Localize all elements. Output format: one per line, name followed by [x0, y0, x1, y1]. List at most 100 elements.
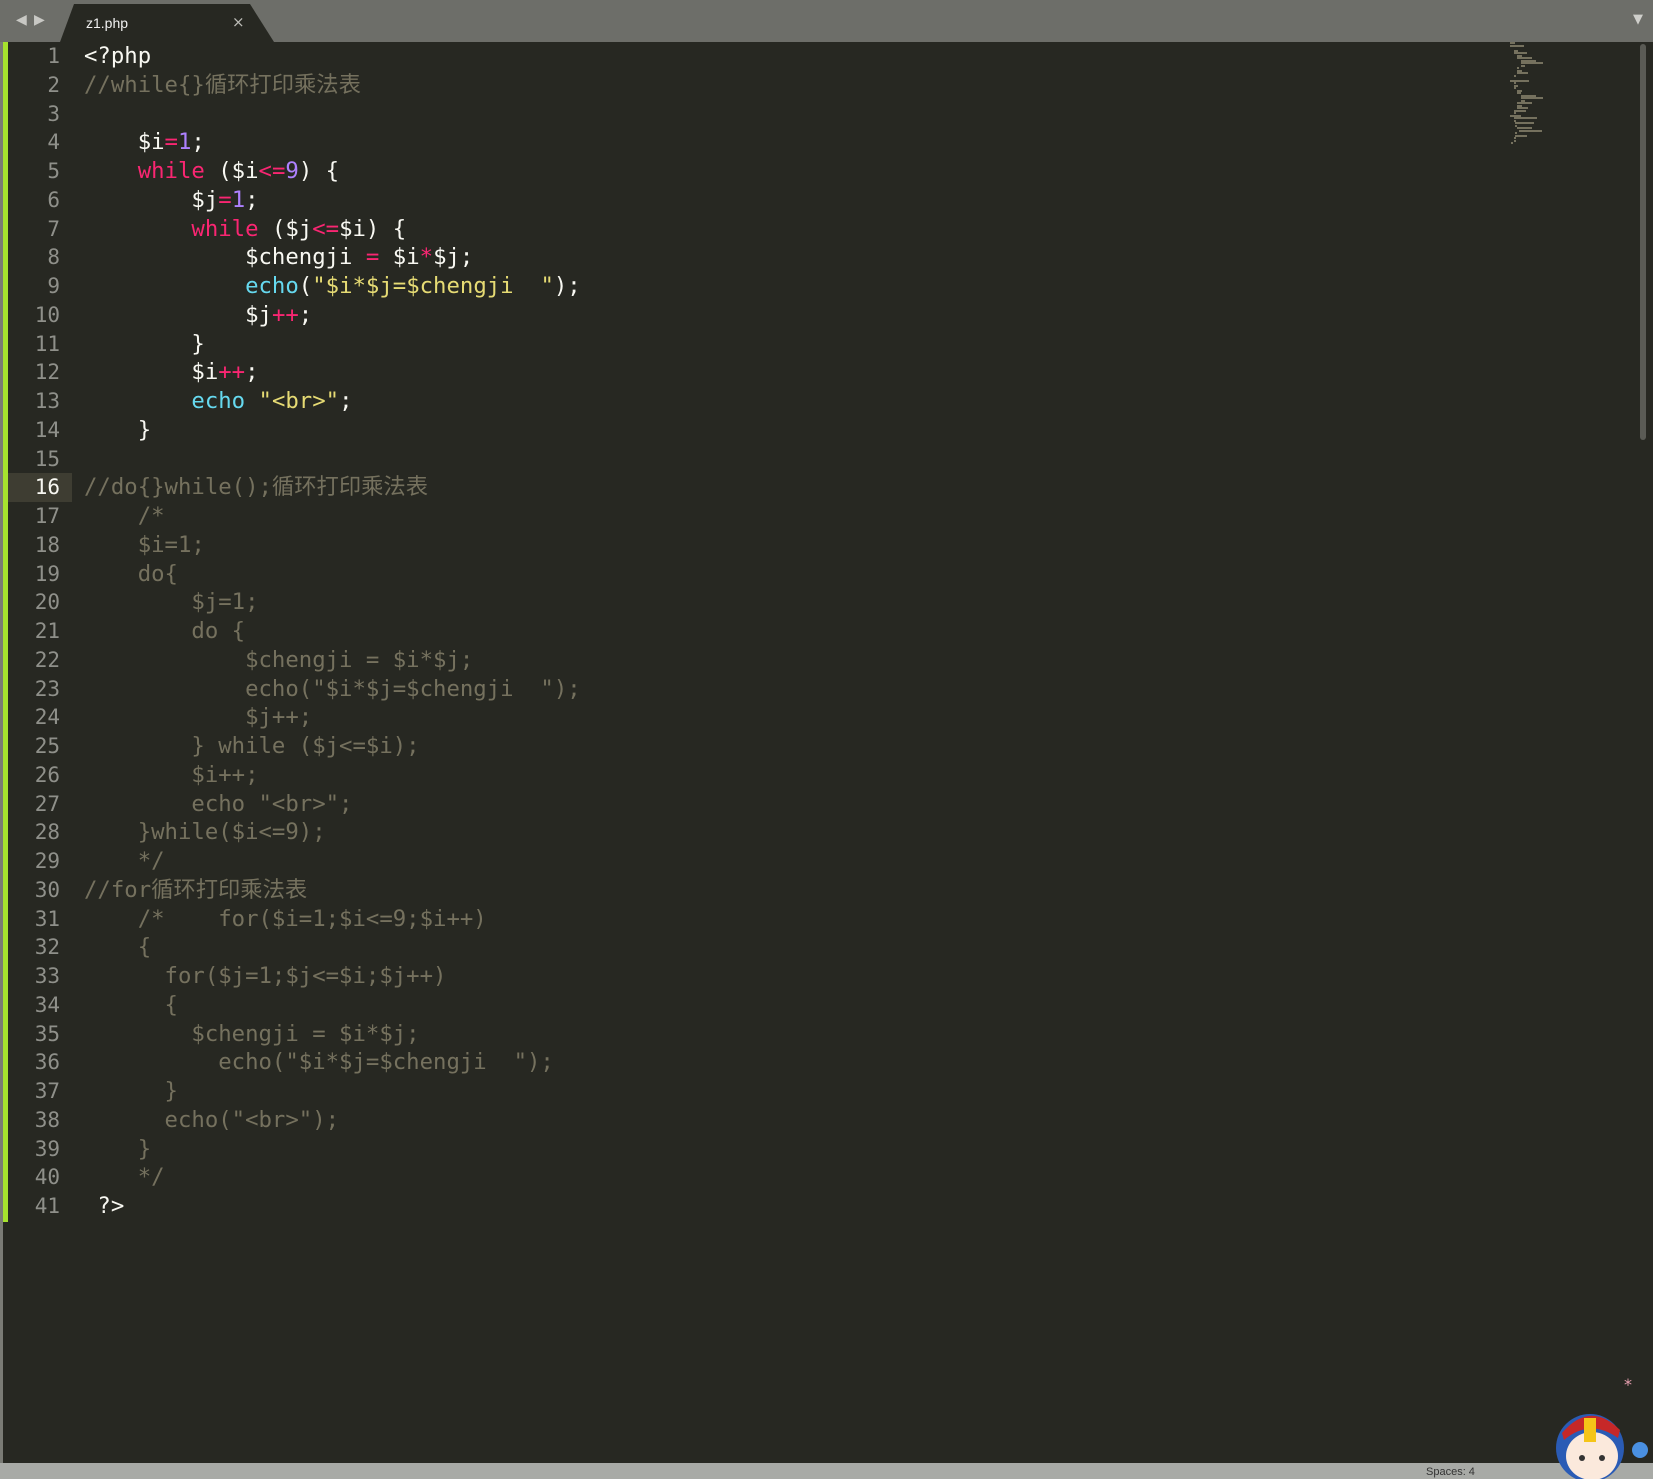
- code-token: echo: [84, 388, 246, 414]
- code-line[interactable]: */: [84, 1163, 1484, 1192]
- line-number: 25: [34, 734, 60, 758]
- minimap[interactable]: [1510, 42, 1558, 152]
- code-line[interactable]: <?php: [84, 42, 1484, 71]
- minimap-line: [1513, 74, 1516, 77]
- code-line[interactable]: {: [84, 991, 1484, 1020]
- code-token: //for循环打印乘法表: [84, 876, 308, 903]
- code-line[interactable]: echo("$i*$j=$chengji ");: [84, 675, 1484, 704]
- code-token: }: [84, 416, 152, 443]
- code-line[interactable]: do {: [84, 617, 1484, 646]
- minimap-line: [1515, 122, 1535, 124]
- code-token: ++: [218, 359, 246, 386]
- vertical-scrollbar[interactable]: [1640, 44, 1646, 440]
- code-line[interactable]: /* for($i=1;$i<=9;$i++): [84, 905, 1484, 934]
- code-token: $j++;: [84, 704, 313, 731]
- code-token: $i: [379, 244, 420, 271]
- line-number: 3: [47, 101, 60, 126]
- code-token: 1: [231, 186, 246, 213]
- code-line[interactable]: $j=1;: [84, 186, 1484, 215]
- line-number: 21: [34, 619, 60, 643]
- line-number: 38: [34, 1107, 60, 1132]
- code-token: //do{}while();循环打印乘法表: [84, 474, 429, 501]
- code-token: while: [84, 158, 205, 184]
- code-token: 1: [177, 129, 192, 156]
- code-token: ;: [245, 359, 259, 386]
- code-line[interactable]: for($j=1;$j<=$i;$j++): [84, 962, 1484, 991]
- tab-z1-php[interactable]: z1.php ×: [60, 4, 274, 42]
- code-token: /* for($i=1;$i<=9;$i++): [84, 905, 487, 932]
- code-token: $i: [84, 129, 165, 156]
- code-token: while: [84, 215, 259, 242]
- code-area[interactable]: <?php//while{}循环打印乘法表 $i=1; while ($i<=9…: [84, 42, 1484, 1221]
- indentation-status[interactable]: Spaces: 4: [1426, 1466, 1475, 1478]
- code-line[interactable]: */: [84, 847, 1484, 876]
- code-line[interactable]: echo("$i*$j=$chengji ");: [84, 1048, 1484, 1077]
- code-token: "$i*$j=$chengji ": [312, 273, 554, 299]
- code-line[interactable]: ?>: [84, 1192, 1484, 1221]
- line-number: 36: [34, 1050, 60, 1075]
- code-line[interactable]: [84, 445, 1484, 474]
- code-line[interactable]: }: [84, 416, 1484, 445]
- line-number: 29: [34, 849, 60, 873]
- code-token: *: [419, 244, 434, 271]
- code-line[interactable]: $chengji = $i*$j;: [84, 243, 1484, 272]
- code-token: echo("$i*$j=$chengji ");: [84, 675, 581, 702]
- code-line[interactable]: while ($j<=$i) {: [84, 215, 1484, 244]
- code-line[interactable]: $i=1;: [84, 531, 1484, 560]
- code-line[interactable]: [84, 100, 1484, 129]
- code-line[interactable]: $i++;: [84, 761, 1484, 790]
- code-line[interactable]: //while{}循环打印乘法表: [84, 71, 1484, 100]
- line-number: 24: [34, 705, 60, 730]
- code-line[interactable]: while ($i<=9) {: [84, 157, 1484, 186]
- code-token: }: [84, 1135, 152, 1162]
- code-line[interactable]: $j++;: [84, 703, 1484, 732]
- code-line[interactable]: echo "<br>";: [84, 387, 1484, 416]
- code-line[interactable]: $i++;: [84, 358, 1484, 387]
- code-line[interactable]: }: [84, 330, 1484, 359]
- minimap-line: [1520, 64, 1526, 67]
- back-arrow-icon[interactable]: ◀: [16, 12, 27, 28]
- code-line[interactable]: } while ($j<=$i);: [84, 732, 1484, 761]
- code-token: $j;: [433, 244, 474, 271]
- code-line[interactable]: /*: [84, 502, 1484, 531]
- code-token: "<br>": [258, 388, 340, 414]
- code-line[interactable]: $j=1;: [84, 588, 1484, 617]
- line-number: 7: [47, 216, 60, 241]
- code-token: }while($i<=9);: [84, 819, 326, 846]
- tab-menu-chevron-icon[interactable]: ▼: [1633, 12, 1643, 27]
- close-icon[interactable]: ×: [232, 13, 245, 31]
- code-line[interactable]: //for循环打印乘法表: [84, 876, 1484, 905]
- code-token: do{: [84, 560, 178, 587]
- code-line[interactable]: {: [84, 933, 1484, 962]
- code-line[interactable]: $i=1;: [84, 128, 1484, 157]
- code-token: =: [365, 244, 380, 271]
- code-token: 9: [285, 158, 299, 184]
- code-line[interactable]: $j++;: [84, 301, 1484, 330]
- line-number: 8: [47, 245, 60, 270]
- code-line[interactable]: $chengji = $i*$j;: [84, 1020, 1484, 1049]
- code-token: ;: [339, 388, 353, 414]
- line-number: 33: [34, 964, 60, 988]
- code-line[interactable]: echo("$i*$j=$chengji ");: [84, 272, 1484, 301]
- code-line[interactable]: //do{}while();循环打印乘法表: [84, 473, 1484, 502]
- line-number: 18: [34, 532, 60, 557]
- code-line[interactable]: }: [84, 1077, 1484, 1106]
- code-line[interactable]: echo("<br>");: [84, 1106, 1484, 1135]
- line-number: 2: [47, 72, 60, 97]
- code-line[interactable]: }while($i<=9);: [84, 818, 1484, 847]
- forward-arrow-icon[interactable]: ▶: [34, 12, 45, 28]
- code-line[interactable]: echo "<br>";: [84, 790, 1484, 819]
- line-number: 39: [34, 1136, 60, 1161]
- code-token: $j=1;: [84, 589, 259, 616]
- code-line[interactable]: $chengji = $i*$j;: [84, 646, 1484, 675]
- code-line[interactable]: }: [84, 1135, 1484, 1164]
- minimap-line: [1519, 129, 1542, 132]
- code-token: */: [84, 1164, 165, 1191]
- line-number: 1: [47, 44, 60, 68]
- line-number: 15: [34, 446, 60, 471]
- code-token: do {: [84, 618, 246, 644]
- code-line[interactable]: do{: [84, 560, 1484, 589]
- code-token: ++: [271, 301, 299, 328]
- code-token: $i=1;: [84, 531, 205, 558]
